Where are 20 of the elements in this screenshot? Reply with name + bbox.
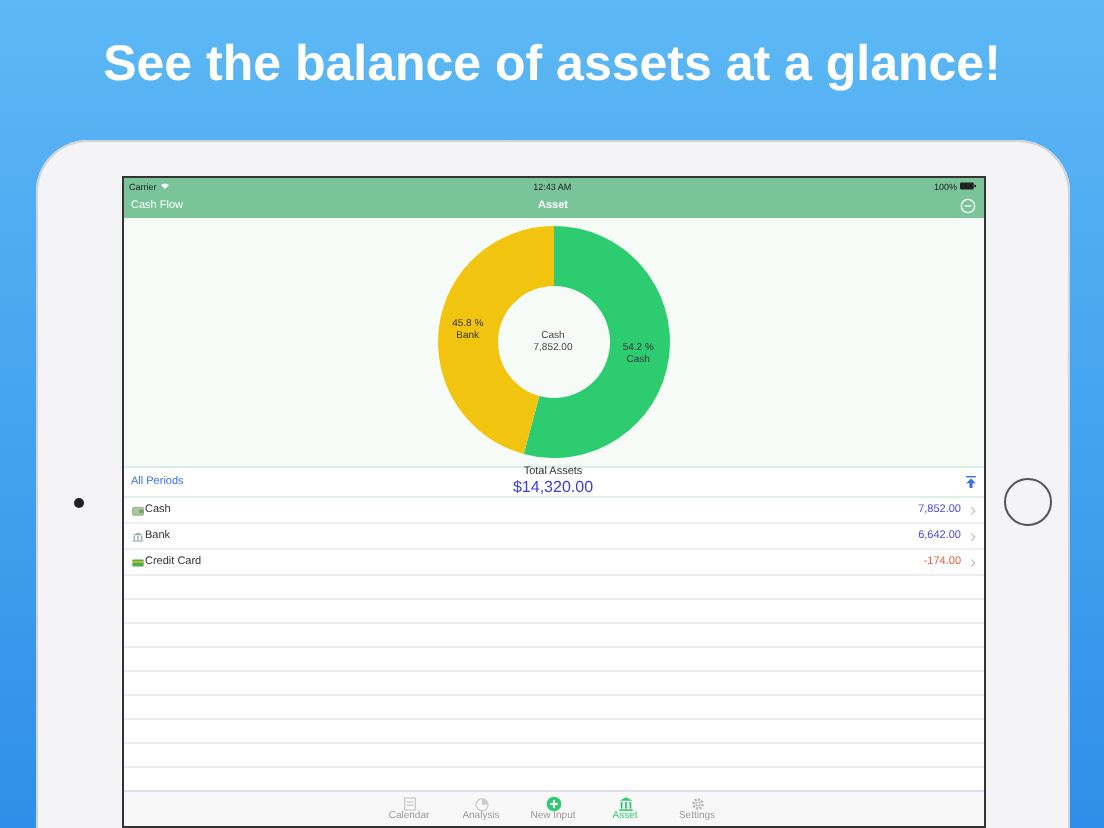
bank-icon	[617, 796, 633, 812]
bank-icon	[131, 531, 143, 541]
pie-chart-icon	[473, 796, 489, 812]
total-value: $14,320.00	[512, 479, 594, 496]
collapse-icon[interactable]	[965, 476, 975, 488]
more-icon[interactable]	[959, 198, 975, 214]
headline: See the balance of assets at a glance!	[101, 34, 1003, 96]
card-icon	[131, 557, 143, 567]
camera-icon	[73, 498, 84, 508]
settings-icon	[689, 796, 705, 812]
donut-slice[interactable]	[522, 226, 669, 458]
battery-icon	[960, 182, 977, 190]
chevron-icon	[969, 505, 975, 515]
wifi-icon	[160, 182, 171, 190]
add-icon	[545, 796, 561, 812]
home-button[interactable]	[1003, 478, 1052, 526]
chevron-icon	[969, 557, 975, 567]
calendar-icon	[401, 796, 417, 812]
wallet-icon	[131, 505, 143, 515]
chevron-icon	[969, 531, 975, 541]
